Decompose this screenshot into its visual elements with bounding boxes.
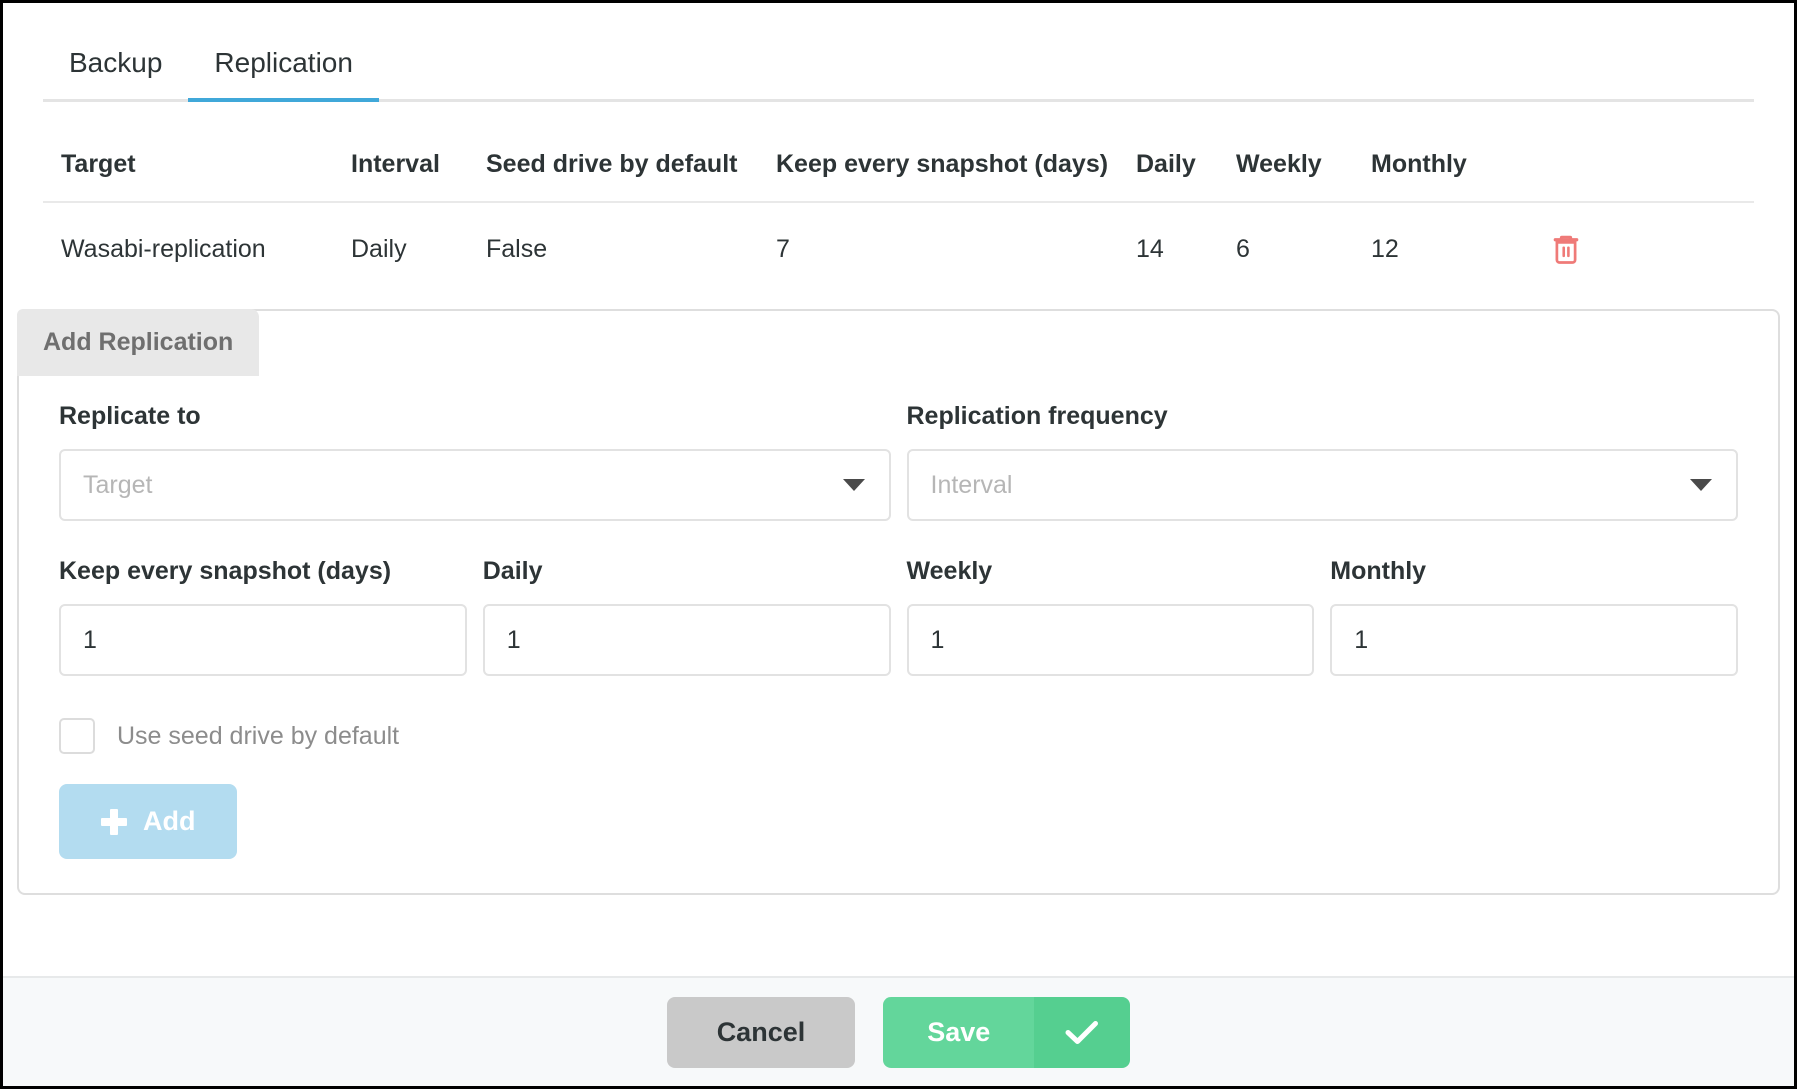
plus-icon (101, 808, 127, 835)
cell-weekly: 6 (1236, 234, 1250, 263)
column-header-target: Target (43, 102, 351, 203)
panel-body: Replicate to Target Replication frequenc… (19, 376, 1778, 859)
cell-seed-drive: False (486, 234, 548, 263)
cell-target: Wasabi-replication (61, 234, 266, 263)
cancel-button-label: Cancel (716, 1016, 806, 1047)
weekly-label: Weekly (906, 557, 993, 585)
save-button-label: Save (883, 996, 1035, 1068)
panel-tab-label: Add Replication (43, 328, 234, 356)
tab-backup-label: Backup (69, 47, 163, 78)
replication-frequency-select[interactable]: Interval (906, 449, 1738, 521)
table-row[interactable]: Wasabi-replication Daily False 7 14 6 12 (43, 202, 1754, 297)
column-header-weekly: Weekly (1236, 102, 1371, 203)
monthly-label: Monthly (1330, 557, 1427, 585)
replication-settings-window: Backup Replication Target Interval Seed … (0, 0, 1797, 1089)
tab-replication[interactable]: Replication (188, 39, 379, 102)
tab-backup[interactable]: Backup (43, 39, 188, 99)
table-header-row: Target Interval Seed drive by default Ke… (43, 102, 1754, 203)
cell-actions (1546, 202, 1754, 297)
use-seed-drive-row: Use seed drive by default (59, 718, 1738, 754)
replication-frequency-field: Replication frequency Interval (906, 402, 1738, 521)
table-header: Target Interval Seed drive by default Ke… (43, 102, 1754, 203)
table-body: Wasabi-replication Daily False 7 14 6 12 (43, 202, 1754, 297)
column-header-seed-drive: Seed drive by default (486, 102, 776, 203)
tab-replication-label: Replication (214, 47, 353, 78)
tab-bar: Backup Replication (43, 3, 1754, 102)
select-row: Replicate to Target Replication frequenc… (59, 402, 1738, 521)
save-button-confirm[interactable] (1034, 996, 1131, 1068)
use-seed-drive-checkbox[interactable] (59, 718, 95, 754)
add-button-label: Add (143, 806, 196, 836)
weekly-input[interactable]: 1 (906, 604, 1315, 676)
replicate-to-value: Target (83, 470, 153, 499)
chevron-down-icon (842, 479, 865, 491)
cell-daily: 14 (1136, 234, 1164, 263)
daily-label: Daily (482, 557, 543, 585)
trash-icon (1553, 235, 1579, 264)
column-header-monthly: Monthly (1371, 102, 1546, 203)
replicate-to-select[interactable]: Target (59, 449, 891, 521)
add-replication-panel-area: Add Replication Replicate to Target Repl… (17, 309, 1780, 976)
cell-interval: Daily (351, 234, 407, 263)
cell-keep-every-snapshot: 7 (776, 234, 790, 263)
chevron-down-icon (1690, 479, 1712, 491)
cancel-button[interactable]: Cancel (666, 996, 856, 1068)
replication-table-wrap: Target Interval Seed drive by default Ke… (43, 102, 1754, 297)
panel-tab-add-replication[interactable]: Add Replication (17, 309, 260, 376)
dialog-footer: Cancel Save (3, 976, 1794, 1086)
keep-every-snapshot-input[interactable]: 1 (59, 604, 467, 676)
weekly-field: Weekly 1 (906, 557, 1315, 676)
replication-table: Target Interval Seed drive by default Ke… (43, 102, 1754, 297)
replication-frequency-label: Replication frequency (906, 402, 1168, 430)
keep-every-snapshot-field: Keep every snapshot (days) 1 (59, 557, 467, 676)
replicate-to-label: Replicate to (59, 402, 201, 430)
column-header-actions (1546, 102, 1754, 203)
daily-field: Daily 1 (482, 557, 891, 676)
column-header-keep-every-snapshot: Keep every snapshot (days) (776, 102, 1136, 203)
monthly-field: Monthly 1 (1330, 557, 1738, 676)
add-replication-panel: Add Replication Replicate to Target Repl… (17, 309, 1780, 895)
daily-input[interactable]: 1 (482, 604, 891, 676)
delete-replication-button[interactable] (1546, 229, 1586, 269)
keep-every-snapshot-label: Keep every snapshot (days) (59, 557, 392, 585)
replication-frequency-value: Interval (930, 470, 1013, 499)
number-inputs-row: Keep every snapshot (days) 1 Daily 1 Wee… (59, 557, 1738, 676)
save-button[interactable]: Save (883, 996, 1131, 1068)
replicate-to-field: Replicate to Target (59, 402, 891, 521)
column-header-interval: Interval (351, 102, 486, 203)
monthly-input[interactable]: 1 (1330, 604, 1738, 676)
cell-monthly: 12 (1371, 234, 1399, 263)
column-header-daily: Daily (1136, 102, 1236, 203)
add-button[interactable]: Add (59, 784, 238, 859)
use-seed-drive-label[interactable]: Use seed drive by default (117, 722, 399, 751)
check-icon (1065, 1021, 1099, 1044)
